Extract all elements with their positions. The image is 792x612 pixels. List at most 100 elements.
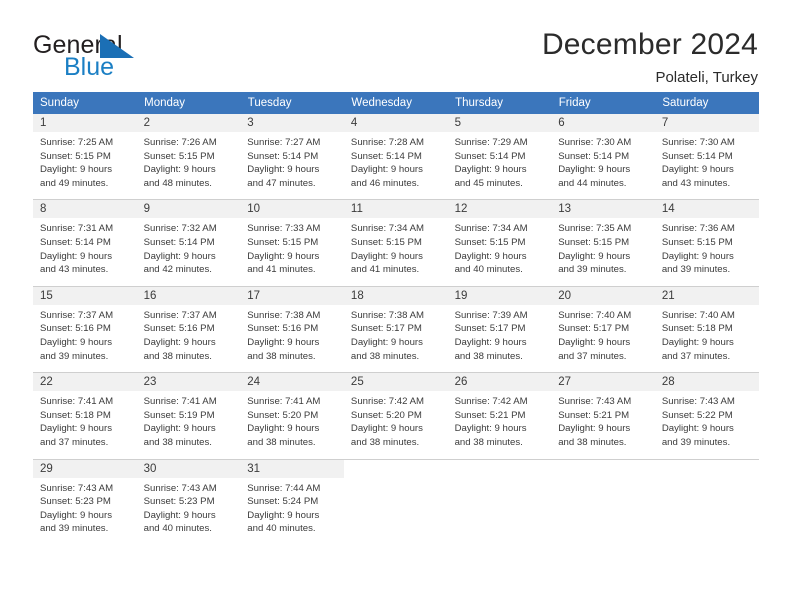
day-sunset-text: Sunset: 5:14 PM (661, 150, 733, 162)
day-sunset-text: Sunset: 5:15 PM (143, 150, 215, 162)
calendar-day-cell[interactable]: 13 Sunrise: 7:35 AM Sunset: 5:15 PM Dayligh… (551, 199, 655, 287)
day-daylight-text: Daylight: 9 hours (661, 336, 734, 348)
calendar-week-row: 8 Sunrise: 7:31 AM Sunset: 5:14 PM Daylight… (33, 199, 759, 287)
day-sunset-text: Sunset: 5:15 PM (350, 236, 422, 248)
day-daylight-text: Daylight: 9 hours (558, 164, 631, 176)
calendar-day-cell[interactable]: 9 Sunrise: 7:32 AM Sunset: 5:14 PM Daylight… (136, 199, 241, 287)
day-daylight-text: Daylight: 9 hours (143, 509, 216, 521)
day-daylight-text: Daylight: 9 hours (40, 423, 112, 435)
day-number: 6 (551, 114, 655, 132)
day-daylight-text: and 39 minutes. (558, 264, 627, 276)
calendar-day-cell[interactable]: 4 Sunrise: 7:28 AM Sunset: 5:14 PM Daylight… (343, 114, 448, 200)
day-number: 3 (240, 114, 344, 132)
day-sun-info: Sunrise: 7:41 AM Sunset: 5:18 PM Daylight:… (33, 391, 137, 458)
day-daylight-text: and 38 minutes. (350, 350, 420, 362)
calendar-day-cell[interactable]: 20 Sunrise: 7:40 AM Sunset: 5:17 PM Dayligh… (551, 285, 655, 373)
day-sunset-text: Sunset: 5:14 PM (350, 150, 422, 162)
day-sunrise-text: Sunrise: 7:31 AM (40, 223, 114, 235)
calendar-day-cell[interactable]: 22 Sunrise: 7:41 AM Sunset: 5:18 PM Dayligh… (33, 372, 137, 459)
calendar-day-cell[interactable]: 27 Sunrise: 7:43 AM Sunset: 5:21 PM Dayligh… (551, 372, 655, 459)
day-number (654, 459, 759, 478)
calendar-day-cell[interactable]: 25 Sunrise: 7:42 AM Sunset: 5:20 PM Dayligh… (343, 372, 448, 459)
day-sunset-text: Sunset: 5:22 PM (661, 409, 733, 421)
calendar-day-cell[interactable]: 23 Sunrise: 7:41 AM Sunset: 5:19 PM Dayligh… (136, 372, 241, 459)
day-daylight-text: and 38 minutes. (143, 436, 212, 448)
calendar-day-cell[interactable]: 12 Sunrise: 7:34 AM Sunset: 5:15 PM Dayligh… (447, 199, 552, 287)
day-daylight-text: and 38 minutes. (247, 436, 316, 448)
day-sunset-text: Sunset: 5:21 PM (558, 409, 630, 421)
calendar-day-cell[interactable]: 7 Sunrise: 7:30 AM Sunset: 5:14 PM Daylight… (654, 114, 759, 200)
day-daylight-text: and 45 minutes. (454, 177, 523, 189)
day-daylight-text: Daylight: 9 hours (247, 250, 320, 262)
calendar-day-cell[interactable]: 3 Sunrise: 7:27 AM Sunset: 5:14 PM Daylight… (240, 114, 344, 200)
day-sun-info: Sunrise: 7:40 AM Sunset: 5:18 PM Daylight:… (655, 305, 759, 372)
day-number: 10 (240, 200, 344, 219)
calendar-empty-cell (551, 458, 655, 545)
brand-logo[interactable]: General Blue (33, 28, 233, 84)
calendar-day-cell[interactable]: 24 Sunrise: 7:41 AM Sunset: 5:20 PM Dayligh… (240, 372, 344, 459)
day-sun-info: Sunrise: 7:37 AM Sunset: 5:16 PM Daylight:… (137, 305, 241, 372)
calendar-day-cell[interactable]: 10 Sunrise: 7:33 AM Sunset: 5:15 PM Dayligh… (240, 199, 344, 287)
calendar-day-cell[interactable]: 26 Sunrise: 7:42 AM Sunset: 5:21 PM Dayligh… (447, 372, 552, 459)
day-daylight-text: Daylight: 9 hours (143, 336, 216, 348)
page-title: December 2024 (541, 28, 758, 61)
calendar-body: 1 Sunrise: 7:25 AM Sunset: 5:15 PM Daylight… (33, 114, 759, 545)
calendar-day-cell[interactable]: 11 Sunrise: 7:34 AM Sunset: 5:15 PM Dayligh… (343, 199, 448, 287)
day-daylight-text: and 48 minutes. (143, 177, 212, 189)
calendar-day-cell[interactable]: 30 Sunrise: 7:43 AM Sunset: 5:23 PM Dayligh… (136, 458, 241, 545)
calendar-day-cell[interactable]: 8 Sunrise: 7:31 AM Sunset: 5:14 PM Daylight… (33, 199, 137, 287)
calendar-day-cell[interactable]: 19 Sunrise: 7:39 AM Sunset: 5:17 PM Dayligh… (447, 285, 552, 373)
day-sunset-text: Sunset: 5:15 PM (661, 236, 733, 248)
day-number: 29 (33, 459, 137, 478)
day-daylight-text: Daylight: 9 hours (350, 423, 423, 435)
calendar-week-row: 15 Sunrise: 7:37 AM Sunset: 5:16 PM Dayligh… (33, 285, 759, 373)
calendar-day-cell[interactable]: 31 Sunrise: 7:44 AM Sunset: 5:24 PM Dayligh… (240, 458, 344, 545)
day-daylight-text: Daylight: 9 hours (247, 423, 320, 435)
day-number: 13 (551, 200, 655, 219)
day-sunset-text: Sunset: 5:14 PM (558, 150, 630, 162)
calendar-day-cell[interactable]: 28 Sunrise: 7:43 AM Sunset: 5:22 PM Dayligh… (654, 372, 759, 459)
day-sunset-text: Sunset: 5:23 PM (40, 496, 111, 508)
weekday-header-row: Sunday Monday Tuesday Wednesday Thursday… (33, 92, 759, 114)
calendar-day-cell[interactable]: 21 Sunrise: 7:40 AM Sunset: 5:18 PM Dayligh… (654, 285, 759, 373)
day-sun-info: Sunrise: 7:28 AM Sunset: 5:14 PM Daylight:… (344, 132, 448, 199)
day-sunrise-text: Sunrise: 7:26 AM (143, 137, 217, 148)
calendar-day-cell[interactable]: 5 Sunrise: 7:29 AM Sunset: 5:14 PM Daylight… (447, 114, 552, 200)
day-number: 30 (136, 459, 241, 478)
day-number: 27 (551, 373, 655, 392)
day-number: 21 (654, 286, 759, 305)
day-number: 20 (551, 286, 655, 305)
day-sun-info: Sunrise: 7:36 AM Sunset: 5:15 PM Daylight:… (655, 218, 759, 285)
day-sunrise-text: Sunrise: 7:30 AM (558, 137, 632, 148)
calendar-day-cell[interactable]: 14 Sunrise: 7:36 AM Sunset: 5:15 PM Dayligh… (654, 199, 759, 287)
calendar-day-cell[interactable]: 15 Sunrise: 7:37 AM Sunset: 5:16 PM Dayligh… (33, 285, 137, 373)
day-sunrise-text: Sunrise: 7:28 AM (350, 137, 424, 148)
calendar-day-cell[interactable]: 1 Sunrise: 7:25 AM Sunset: 5:15 PM Daylight… (33, 114, 137, 200)
day-sunrise-text: Sunrise: 7:30 AM (661, 137, 735, 148)
day-daylight-text: Daylight: 9 hours (454, 336, 527, 348)
day-daylight-text: Daylight: 9 hours (143, 250, 216, 262)
day-sunset-text: Sunset: 5:21 PM (454, 409, 526, 421)
day-sun-info (344, 478, 448, 540)
calendar-day-cell[interactable]: 17 Sunrise: 7:38 AM Sunset: 5:16 PM Dayligh… (240, 285, 344, 373)
day-daylight-text: and 39 minutes. (661, 264, 731, 276)
calendar-day-cell[interactable]: 6 Sunrise: 7:30 AM Sunset: 5:14 PM Daylight… (551, 114, 655, 200)
day-sunset-text: Sunset: 5:15 PM (247, 236, 319, 248)
day-sunrise-text: Sunrise: 7:38 AM (350, 309, 424, 321)
calendar-day-cell[interactable]: 18 Sunrise: 7:38 AM Sunset: 5:17 PM Dayligh… (343, 285, 448, 373)
day-sunset-text: Sunset: 5:14 PM (143, 236, 215, 248)
calendar-day-cell[interactable]: 2 Sunrise: 7:26 AM Sunset: 5:15 PM Daylight… (136, 114, 241, 200)
day-sunset-text: Sunset: 5:17 PM (454, 323, 526, 335)
day-number: 2 (136, 114, 241, 132)
day-sunrise-text: Sunrise: 7:43 AM (661, 396, 735, 408)
calendar-day-cell[interactable]: 29 Sunrise: 7:43 AM Sunset: 5:23 PM Dayligh… (33, 458, 137, 545)
day-sun-info: Sunrise: 7:38 AM Sunset: 5:17 PM Daylight:… (344, 305, 448, 372)
day-sunrise-text: Sunrise: 7:34 AM (350, 223, 424, 235)
day-sunset-text: Sunset: 5:17 PM (558, 323, 630, 335)
day-daylight-text: and 47 minutes. (247, 177, 316, 189)
brand-name-blue: Blue (64, 53, 115, 81)
day-daylight-text: and 39 minutes. (40, 523, 109, 535)
day-daylight-text: and 37 minutes. (40, 436, 109, 448)
day-daylight-text: and 39 minutes. (661, 436, 731, 448)
calendar-day-cell[interactable]: 16 Sunrise: 7:37 AM Sunset: 5:16 PM Dayligh… (136, 285, 241, 373)
